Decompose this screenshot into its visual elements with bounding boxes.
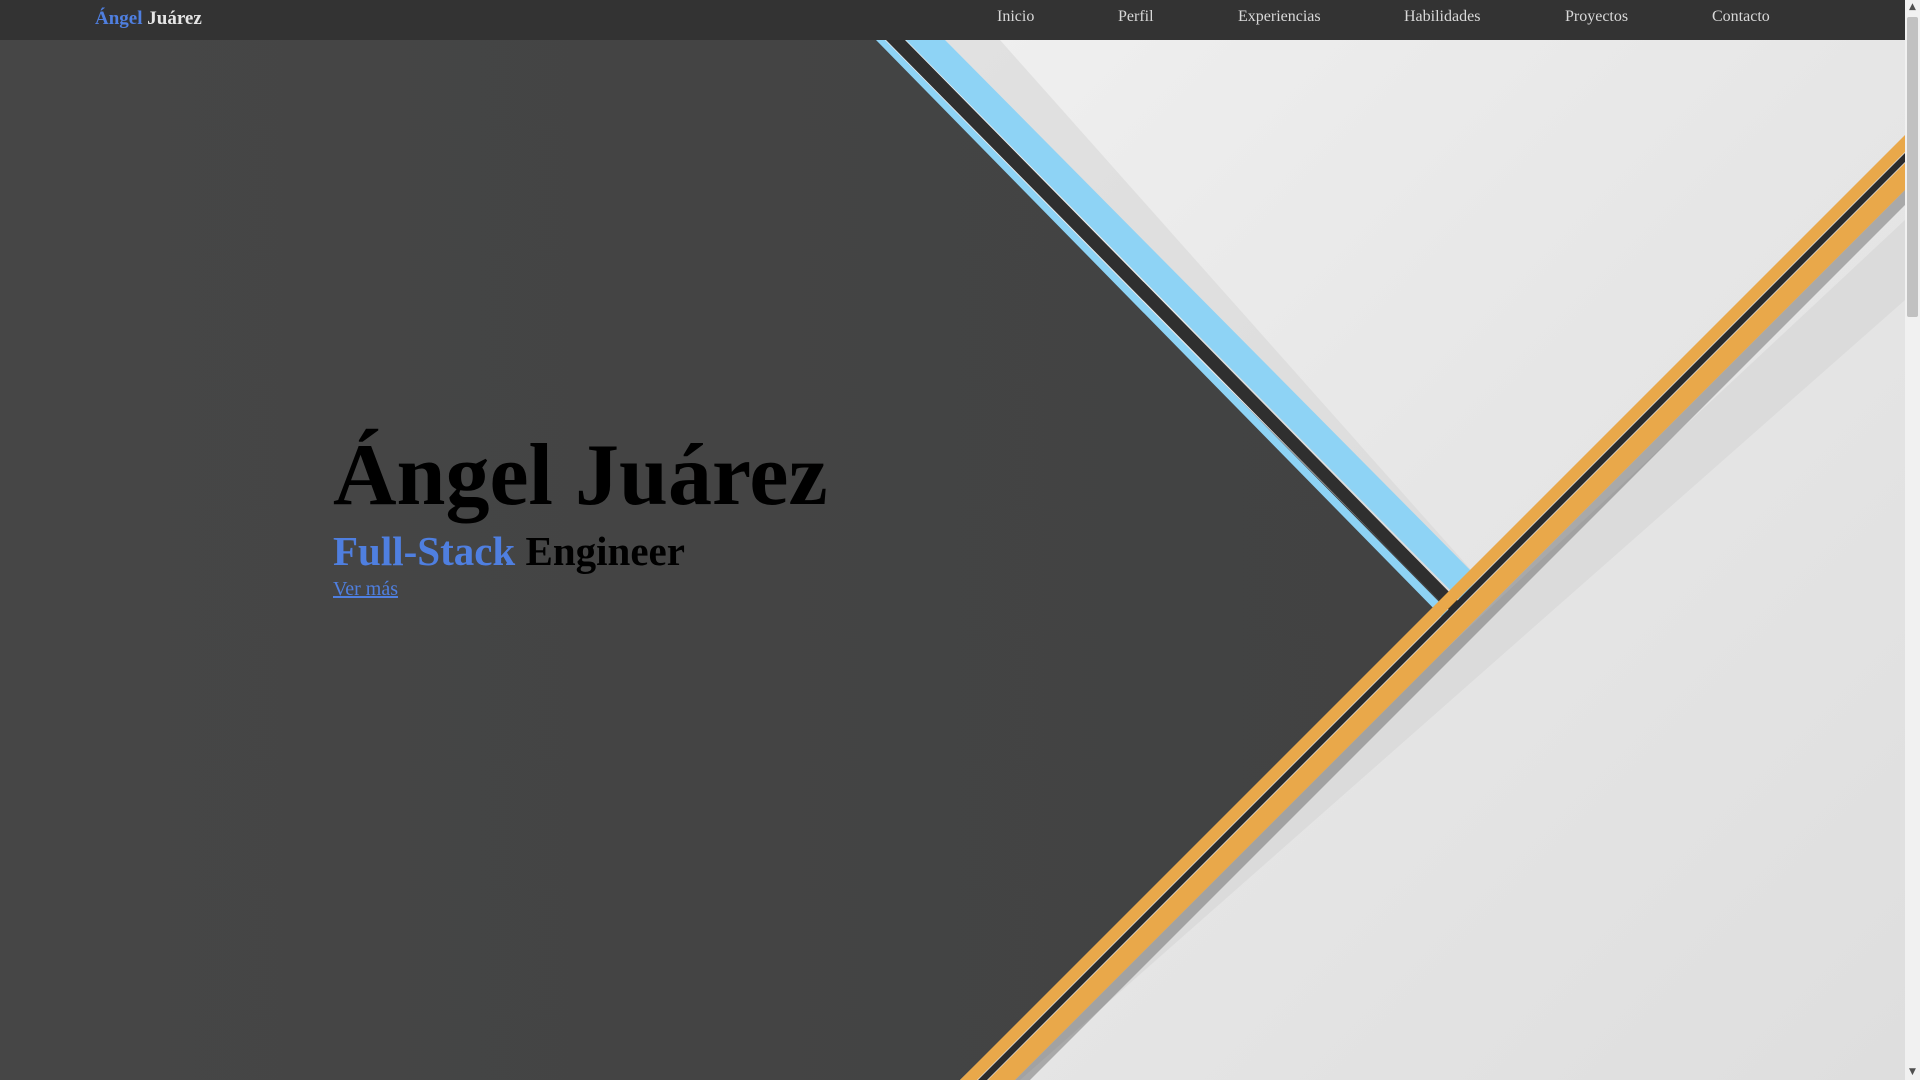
hero-role-rest: Engineer <box>525 528 685 574</box>
navbar: Ángel Juárez Inicio Perfil Experiencias … <box>0 0 1905 40</box>
ver-mas-link[interactable]: Ver más <box>333 576 398 602</box>
nav-link-inicio[interactable]: Inicio <box>997 6 1034 28</box>
chevron-up-icon[interactable]: ▲ <box>1905 0 1920 15</box>
hero-name: Ángel Juárez <box>333 427 828 524</box>
scrollbar-thumb[interactable] <box>1907 17 1918 317</box>
nav-link-experiencias[interactable]: Experiencias <box>1238 6 1321 28</box>
brand-first-name: Ángel <box>95 8 143 29</box>
brand-logo[interactable]: Ángel Juárez <box>95 7 202 31</box>
hero-role-accent: Full-Stack <box>333 528 516 574</box>
brand-last-name: Juárez <box>147 8 202 29</box>
chevron-down-icon[interactable]: ▼ <box>1905 1065 1920 1080</box>
hero-role: Full-Stack Engineer <box>333 526 828 576</box>
nav-link-contacto[interactable]: Contacto <box>1712 6 1770 28</box>
hero-section: Ángel Juárez Full-Stack Engineer Ver más <box>333 420 828 602</box>
page: Ángel Juárez Inicio Perfil Experiencias … <box>0 0 1920 1080</box>
page-scrollbar[interactable]: ▲ ▼ <box>1905 0 1920 1080</box>
nav-link-proyectos[interactable]: Proyectos <box>1565 6 1628 28</box>
hero-background-art <box>0 40 1905 1080</box>
nav-link-perfil[interactable]: Perfil <box>1118 6 1154 28</box>
nav-link-habilidades[interactable]: Habilidades <box>1404 6 1480 28</box>
